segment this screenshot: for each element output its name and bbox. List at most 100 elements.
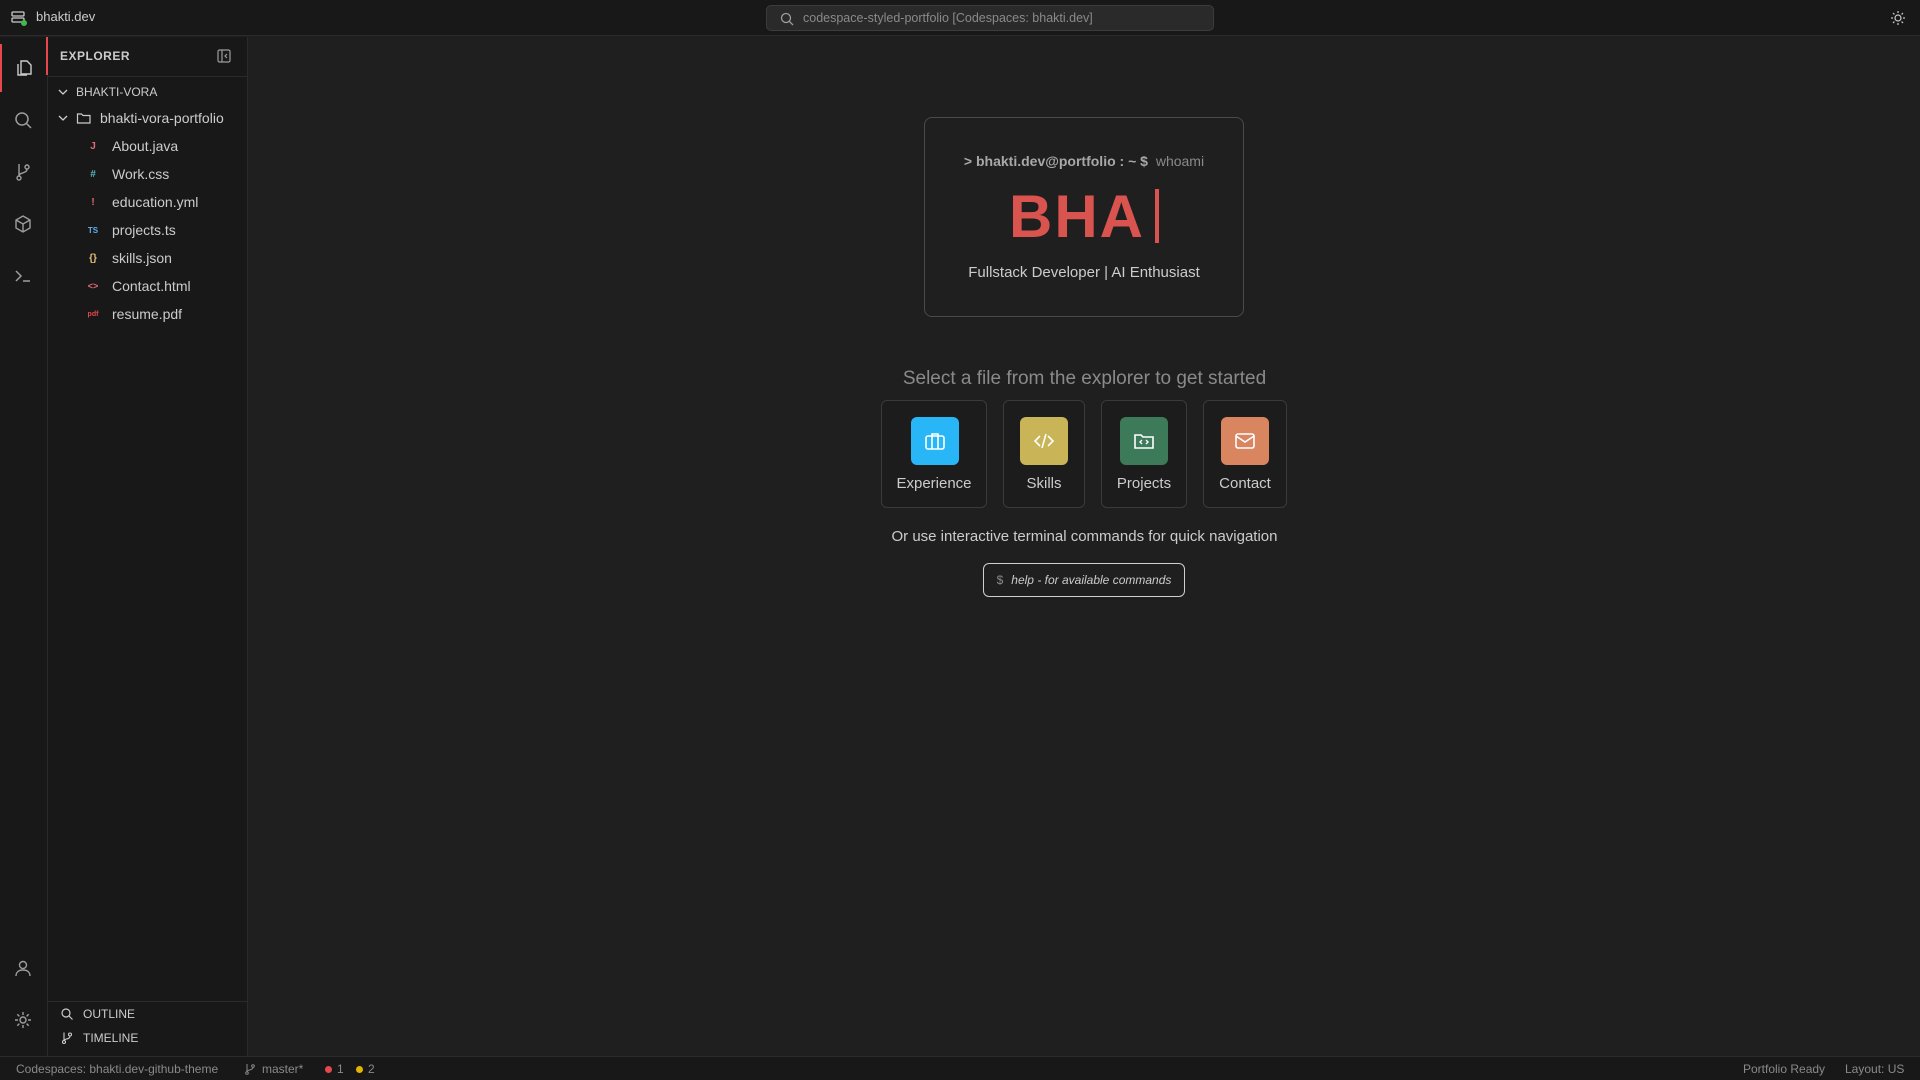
folder-label: bhakti-vora-portfolio bbox=[100, 110, 224, 126]
briefcase-icon bbox=[925, 433, 945, 450]
dollar-sign: $ bbox=[996, 573, 1004, 587]
activity-bar bbox=[0, 37, 48, 1056]
command-center-search[interactable]: codespace-styled-portfolio [Codespaces: … bbox=[766, 5, 1214, 31]
file-row-work-css[interactable]: # Work.css bbox=[48, 161, 248, 187]
sidebar-bottom-panels bbox=[48, 1001, 248, 1002]
command-center-text: codespace-styled-portfolio [Codespaces: … bbox=[803, 11, 1093, 25]
outline-label: OUTLINE bbox=[83, 1007, 136, 1021]
css-file-icon: # bbox=[90, 168, 96, 180]
branch-status[interactable]: master* bbox=[244, 1062, 303, 1076]
terminal-hero-card: > bhakti.dev@portfolio : ~ $ whoami BHA … bbox=[924, 117, 1244, 317]
folder-open-icon bbox=[76, 113, 91, 124]
explorer-title: EXPLORER bbox=[60, 49, 131, 63]
warning-count-value: 2 bbox=[368, 1062, 375, 1076]
remote-server-icon[interactable] bbox=[10, 9, 28, 27]
workspace-root-label: BHAKTI-VORA bbox=[76, 85, 158, 99]
search-icon bbox=[15, 112, 32, 129]
file-row-projects-ts[interactable]: TS projects.ts bbox=[48, 217, 248, 243]
typed-name: BHA bbox=[925, 182, 1243, 251]
files-icon bbox=[17, 60, 32, 76]
chevron-down-icon bbox=[58, 89, 68, 95]
git-branch-icon bbox=[16, 164, 30, 181]
skills-label: Skills bbox=[1026, 475, 1062, 492]
package-icon bbox=[15, 215, 31, 233]
timeline-section[interactable]: TIMELINE bbox=[48, 1027, 248, 1049]
codespace-status[interactable]: Codespaces: bhakti.dev-github-theme bbox=[16, 1062, 218, 1076]
role-subtitle: Fullstack Developer | AI Enthusiast bbox=[968, 264, 1200, 281]
gear-icon bbox=[15, 1012, 31, 1028]
search-activity-button[interactable] bbox=[0, 96, 46, 144]
error-count[interactable]: 1 bbox=[325, 1062, 344, 1076]
skills-card[interactable]: Skills bbox=[1003, 400, 1085, 508]
file-label: resume.pdf bbox=[112, 306, 183, 322]
editor-welcome-area: > bhakti.dev@portfolio : ~ $ whoami BHA … bbox=[249, 37, 1920, 1056]
keyboard-layout-status[interactable]: Layout: US bbox=[1845, 1062, 1904, 1076]
folder-code-icon bbox=[1134, 434, 1154, 449]
prompt-host: > bhakti.dev@portfolio : ~ $ bbox=[963, 153, 1148, 169]
experience-icon-box bbox=[911, 417, 959, 465]
typed-name-text: BHA bbox=[1009, 183, 1145, 250]
typescript-file-icon: TS bbox=[87, 225, 99, 235]
code-icon bbox=[1033, 433, 1055, 449]
prompt-command: whoami bbox=[1155, 153, 1205, 169]
experience-card[interactable]: Experience bbox=[881, 400, 987, 508]
error-dot-icon bbox=[325, 1065, 332, 1073]
projects-icon-box bbox=[1120, 417, 1168, 465]
error-count-value: 1 bbox=[337, 1062, 344, 1076]
file-row-skills-json[interactable]: {} skills.json bbox=[48, 245, 248, 271]
settings-activity-button[interactable] bbox=[0, 996, 46, 1044]
theme-toggle-sun-icon[interactable] bbox=[1890, 10, 1906, 26]
pdf-file-icon: pdf bbox=[87, 310, 99, 318]
extensions-activity-button[interactable] bbox=[0, 200, 46, 248]
portfolio-ready-status: Portfolio Ready bbox=[1743, 1062, 1826, 1076]
search-icon bbox=[780, 12, 794, 26]
app-name: bhakti.dev bbox=[36, 9, 96, 24]
file-row-education-yml[interactable]: ! education.yml bbox=[48, 189, 248, 215]
file-row-contact-html[interactable]: <> Contact.html bbox=[48, 273, 248, 299]
terminal-activity-button[interactable] bbox=[0, 252, 46, 300]
title-bar: bhakti.dev codespace-styled-portfolio [C… bbox=[0, 0, 1920, 36]
warning-count[interactable]: 2 bbox=[356, 1062, 375, 1076]
account-icon bbox=[15, 960, 31, 977]
file-label: Contact.html bbox=[112, 278, 191, 294]
workspace-root[interactable]: BHAKTI-VORA bbox=[48, 79, 248, 105]
file-label: education.yml bbox=[112, 194, 199, 210]
warning-dot-icon bbox=[356, 1065, 363, 1073]
chevron-down-icon bbox=[58, 115, 68, 121]
help-command-text: help - for available commands bbox=[1011, 573, 1172, 587]
projects-card[interactable]: Projects bbox=[1101, 400, 1187, 508]
file-row-about-java[interactable]: J About.java bbox=[48, 133, 248, 159]
explorer-header: EXPLORER bbox=[48, 37, 248, 77]
source-control-activity-button[interactable] bbox=[0, 148, 46, 196]
skills-icon-box bbox=[1020, 417, 1068, 465]
terminal-prompt: > bhakti.dev@portfolio : ~ $ whoami bbox=[925, 153, 1243, 169]
git-branch-icon bbox=[245, 1064, 255, 1075]
file-label: projects.ts bbox=[112, 222, 176, 238]
file-label: About.java bbox=[112, 138, 179, 154]
file-row-resume-pdf[interactable]: pdf resume.pdf bbox=[48, 301, 248, 327]
status-bar: Codespaces: bhakti.dev-github-theme mast… bbox=[0, 1056, 1920, 1080]
timeline-label: TIMELINE bbox=[83, 1031, 139, 1045]
collapse-sidebar-icon[interactable] bbox=[216, 48, 232, 64]
explorer-sidebar: EXPLORER BHAKTI-VORA bhakti-vora-portfol… bbox=[46, 37, 248, 1056]
java-file-icon: J bbox=[90, 140, 96, 152]
git-branch-icon bbox=[61, 1032, 73, 1045]
file-label: Work.css bbox=[112, 166, 170, 182]
contact-label: Contact bbox=[1219, 475, 1271, 492]
file-label: skills.json bbox=[112, 250, 172, 266]
folder-row[interactable]: bhakti-vora-portfolio bbox=[48, 105, 248, 131]
json-file-icon: {} bbox=[89, 252, 97, 264]
terminal-icon bbox=[15, 270, 30, 282]
select-file-message: Select a file from the explorer to get s… bbox=[902, 368, 1267, 389]
contact-card[interactable]: Contact bbox=[1203, 400, 1287, 508]
explorer-activity-button[interactable] bbox=[0, 44, 46, 92]
yaml-file-icon: ! bbox=[91, 196, 95, 208]
account-activity-button[interactable] bbox=[0, 944, 46, 992]
help-command-button[interactable]: $ help - for available commands bbox=[983, 563, 1185, 597]
html-file-icon: <> bbox=[87, 281, 99, 291]
contact-icon-box bbox=[1221, 417, 1269, 465]
terminal-hint: Or use interactive terminal commands for… bbox=[891, 528, 1278, 545]
branch-name: master* bbox=[262, 1062, 304, 1076]
search-icon bbox=[61, 1008, 73, 1020]
outline-section[interactable]: OUTLINE bbox=[48, 1003, 248, 1025]
